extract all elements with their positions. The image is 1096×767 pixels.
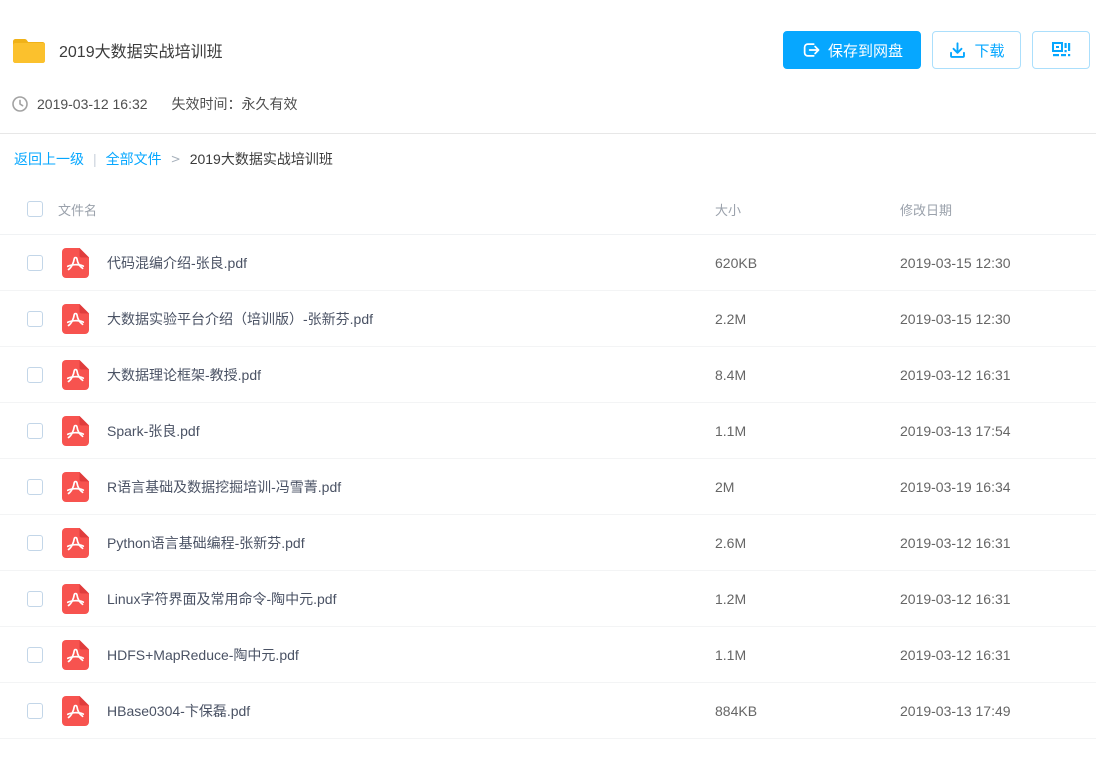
- qr-code-icon: [1050, 39, 1072, 61]
- column-header-size: 大小: [715, 200, 900, 219]
- share-time: 2019-03-12 16:32: [37, 96, 148, 112]
- table-row: 大数据实验平台介绍（培训版）-张新芬.pdf 2.2M 2019-03-15 1…: [0, 291, 1096, 347]
- breadcrumb-back-link[interactable]: 返回上一级: [14, 149, 84, 169]
- file-size: 620KB: [715, 255, 900, 271]
- file-name-link[interactable]: Linux字符界面及常用命令-陶中元.pdf: [107, 589, 715, 609]
- file-date: 2019-03-12 16:31: [900, 647, 1096, 663]
- file-date: 2019-03-12 16:31: [900, 535, 1096, 551]
- file-date: 2019-03-15 12:30: [900, 311, 1096, 327]
- file-size: 2.6M: [715, 535, 900, 551]
- table-row: R语言基础及数据挖掘培训-冯雪菁.pdf 2M 2019-03-19 16:34: [0, 459, 1096, 515]
- save-button-label: 保存到网盘: [828, 40, 903, 61]
- save-to-netdisk-button[interactable]: 保存到网盘: [783, 31, 921, 69]
- table-row: HDFS+MapReduce-陶中元.pdf 1.1M 2019-03-12 1…: [0, 627, 1096, 683]
- file-name-link[interactable]: Python语言基础编程-张新芬.pdf: [107, 533, 715, 553]
- file-name-link[interactable]: 代码混编介绍-张良.pdf: [107, 253, 715, 273]
- file-size: 884KB: [715, 703, 900, 719]
- folder-icon: [12, 36, 46, 64]
- breadcrumb-all-files-link[interactable]: 全部文件: [106, 149, 162, 169]
- row-checkbox[interactable]: [27, 255, 43, 271]
- pdf-file-icon: [62, 584, 89, 614]
- pdf-file-icon: [62, 472, 89, 502]
- file-date: 2019-03-13 17:49: [900, 703, 1096, 719]
- file-list: 代码混编介绍-张良.pdf 620KB 2019-03-15 12:30 大数据…: [0, 235, 1096, 739]
- row-checkbox[interactable]: [27, 423, 43, 439]
- download-button-label: 下载: [974, 40, 1004, 61]
- pdf-file-icon: [62, 304, 89, 334]
- expire-label: 失效时间：永久有效: [172, 94, 298, 114]
- row-checkbox[interactable]: [27, 591, 43, 607]
- file-name-link[interactable]: HDFS+MapReduce-陶中元.pdf: [107, 645, 715, 665]
- table-row: 代码混编介绍-张良.pdf 620KB 2019-03-15 12:30: [0, 235, 1096, 291]
- column-header-filename: 文件名: [58, 200, 715, 219]
- file-size: 1.1M: [715, 647, 900, 663]
- pdf-file-icon: [62, 416, 89, 446]
- file-name-link[interactable]: HBase0304-卞保磊.pdf: [107, 701, 715, 721]
- download-icon: [948, 41, 967, 60]
- file-size: 1.2M: [715, 591, 900, 607]
- file-size: 8.4M: [715, 367, 900, 383]
- file-size: 1.1M: [715, 423, 900, 439]
- column-header-date: 修改日期: [900, 200, 1096, 219]
- pdf-file-icon: [62, 360, 89, 390]
- action-buttons: 保存到网盘 下载: [783, 31, 1090, 69]
- table-row: Linux字符界面及常用命令-陶中元.pdf 1.2M 2019-03-12 1…: [0, 571, 1096, 627]
- file-name-link[interactable]: 大数据理论框架-教授.pdf: [107, 365, 715, 385]
- share-header: 2019大数据实战培训班 保存到网盘 下载: [0, 0, 1096, 114]
- row-checkbox[interactable]: [27, 311, 43, 327]
- row-checkbox[interactable]: [27, 647, 43, 663]
- breadcrumb-arrow: >: [171, 152, 181, 166]
- select-all-checkbox[interactable]: [27, 201, 43, 217]
- file-date: 2019-03-12 16:31: [900, 367, 1096, 383]
- table-row: HBase0304-卞保磊.pdf 884KB 2019-03-13 17:49: [0, 683, 1096, 739]
- row-checkbox[interactable]: [27, 479, 43, 495]
- row-checkbox[interactable]: [27, 367, 43, 383]
- row-checkbox[interactable]: [27, 535, 43, 551]
- table-header: 文件名 大小 修改日期: [0, 184, 1096, 235]
- file-name-link[interactable]: 大数据实验平台介绍（培训版）-张新芬.pdf: [107, 309, 715, 329]
- row-checkbox[interactable]: [27, 703, 43, 719]
- breadcrumb: 返回上一级 | 全部文件 > 2019大数据实战培训班: [0, 134, 1096, 184]
- breadcrumb-current-folder: 2019大数据实战培训班: [190, 149, 333, 169]
- download-button[interactable]: 下载: [932, 31, 1021, 69]
- file-date: 2019-03-15 12:30: [900, 255, 1096, 271]
- file-size: 2M: [715, 479, 900, 495]
- file-date: 2019-03-12 16:31: [900, 591, 1096, 607]
- save-to-disk-icon: [801, 40, 821, 60]
- pdf-file-icon: [62, 696, 89, 726]
- page-title: 2019大数据实战培训班: [59, 38, 223, 62]
- table-row: 大数据理论框架-教授.pdf 8.4M 2019-03-12 16:31: [0, 347, 1096, 403]
- table-row: Spark-张良.pdf 1.1M 2019-03-13 17:54: [0, 403, 1096, 459]
- table-row: Python语言基础编程-张新芬.pdf 2.6M 2019-03-12 16:…: [0, 515, 1096, 571]
- pdf-file-icon: [62, 640, 89, 670]
- pdf-file-icon: [62, 248, 89, 278]
- clock-icon: [12, 96, 28, 112]
- file-name-link[interactable]: Spark-张良.pdf: [107, 421, 715, 441]
- pdf-file-icon: [62, 528, 89, 558]
- file-name-link[interactable]: R语言基础及数据挖掘培训-冯雪菁.pdf: [107, 477, 715, 497]
- file-date: 2019-03-13 17:54: [900, 423, 1096, 439]
- qr-code-button[interactable]: [1032, 31, 1090, 69]
- file-size: 2.2M: [715, 311, 900, 327]
- breadcrumb-separator: |: [93, 151, 97, 167]
- file-date: 2019-03-19 16:34: [900, 479, 1096, 495]
